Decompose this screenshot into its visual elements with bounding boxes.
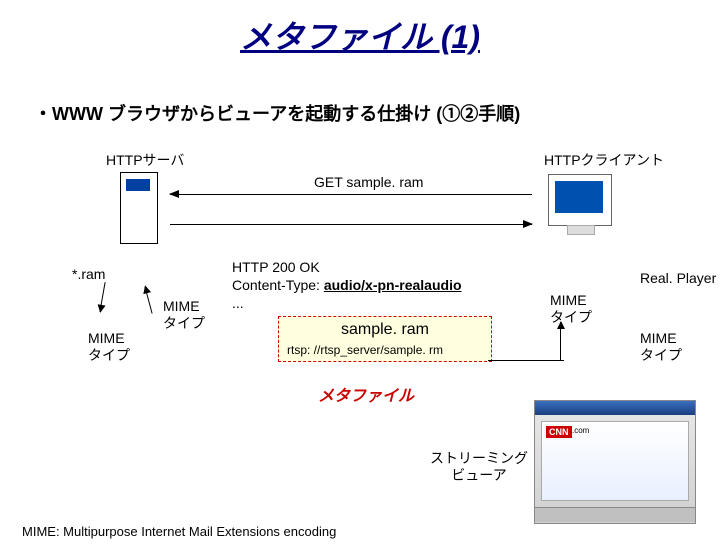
rtsp-url: rtsp: //rtsp_server/sample. rm xyxy=(287,343,483,357)
mime-type-label-1: MIME タイプ xyxy=(163,298,205,332)
cnn-logo: CNN xyxy=(546,426,572,438)
get-request-label: GET sample. ram xyxy=(314,174,423,190)
slide-subtitle: ・WWW ブラウザからビューアを起動する仕掛け (①②手順) xyxy=(34,100,520,126)
mime-footnote: MIME: Multipurpose Internet Mail Extensi… xyxy=(22,524,336,539)
arrow-get-request xyxy=(170,194,532,195)
arrow-metafile-to-client-h xyxy=(488,360,564,361)
arrow-mime-up xyxy=(144,286,152,313)
player-controls xyxy=(535,507,695,522)
metafile-filename: sample. ram xyxy=(287,321,483,339)
arrow-ram-to-mime xyxy=(99,282,105,312)
http-client-label: HTTPクライアント xyxy=(544,150,664,170)
metafile-callout: メタファイル xyxy=(318,382,414,406)
response-content-type: Content-Type: audio/x-pn-realaudio xyxy=(232,276,462,294)
client-monitor-icon xyxy=(548,174,612,226)
player-titlebar xyxy=(535,401,695,415)
server-icon xyxy=(120,172,158,244)
realplayer-window: CNN .com xyxy=(534,400,696,524)
ct-prefix: Content-Type: xyxy=(232,277,324,293)
cnn-dotcom: .com xyxy=(572,426,589,435)
http-response-block: HTTP 200 OK Content-Type: audio/x-pn-rea… xyxy=(232,258,462,313)
arrow-response xyxy=(170,224,532,225)
http-server-label: HTTPサーバ xyxy=(106,150,184,170)
arrow-metafile-to-client-v xyxy=(560,322,561,360)
response-status: HTTP 200 OK xyxy=(232,258,462,276)
ct-value: audio/x-pn-realaudio xyxy=(324,277,462,293)
mime-type-label-2: MIME タイプ xyxy=(88,330,130,364)
streaming-viewer-label: ストリーミング ビューア xyxy=(430,450,528,484)
mime-type-label-4: MIME タイプ xyxy=(640,330,682,364)
realplayer-label: Real. Player xyxy=(640,270,716,286)
ram-extension-label: *.ram xyxy=(72,266,105,282)
player-content: CNN .com xyxy=(541,421,689,501)
metafile-box: sample. ram rtsp: //rtsp_server/sample. … xyxy=(278,316,492,362)
slide-title: メタファイル (1) xyxy=(0,12,720,58)
response-ellipsis: ... xyxy=(232,294,462,312)
